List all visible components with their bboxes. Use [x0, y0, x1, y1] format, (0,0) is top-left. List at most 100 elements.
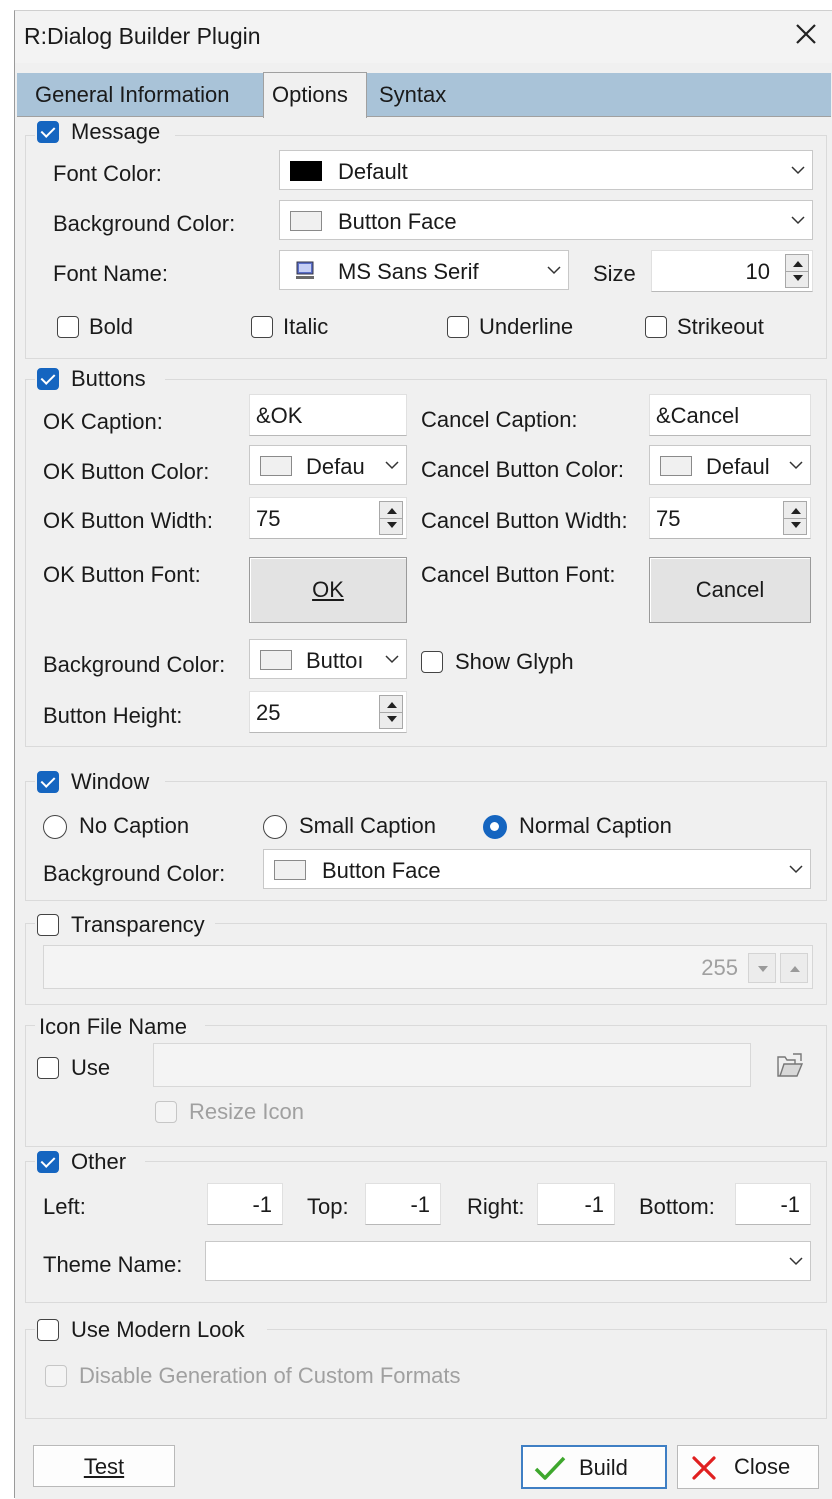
color-swatch	[260, 650, 292, 670]
italic-label: Italic	[283, 314, 329, 339]
disable-custom-formats-label: Disable Generation of Custom Formats	[79, 1363, 461, 1388]
message-legend: Message	[71, 119, 161, 144]
tab-strip: General Information Options Syntax	[17, 72, 831, 118]
tab-syntax[interactable]: Syntax	[379, 73, 446, 117]
underline-checkbox[interactable]	[447, 316, 469, 338]
window-legend: Window	[71, 769, 150, 794]
ok-font-button-label: OK	[312, 577, 344, 602]
cancel-color-select[interactable]: Defaul	[649, 445, 811, 485]
chevron-down-icon	[789, 865, 803, 874]
chevron-down-icon	[547, 266, 561, 275]
small-caption-radio[interactable]	[263, 815, 287, 839]
cancel-caption-input[interactable]: &Cancel	[649, 394, 811, 436]
use-modern-look-checkbox[interactable]	[37, 1319, 59, 1341]
normal-caption-label: Normal Caption	[519, 813, 672, 838]
checkmark-icon	[534, 1456, 566, 1480]
disable-custom-formats-checkbox[interactable]	[45, 1365, 67, 1387]
use-icon-checkbox[interactable]	[37, 1057, 59, 1079]
right-input[interactable]: -1	[537, 1183, 615, 1225]
top-input[interactable]: -1	[365, 1183, 441, 1225]
transparency-stepper[interactable]: 255	[43, 945, 813, 989]
window-checkbox[interactable]	[37, 771, 59, 793]
cancel-width-value: 75	[656, 506, 681, 531]
message-bg-color-value: Button Face	[338, 209, 457, 234]
cancel-color-label: Cancel Button Color:	[421, 457, 624, 482]
icon-legend: Icon File Name	[39, 1014, 187, 1039]
ok-font-label: OK Button Font:	[43, 562, 201, 587]
title-bar: R:Dialog Builder Plugin	[15, 11, 832, 63]
cancel-font-button-label: Cancel	[695, 577, 765, 602]
build-button[interactable]: Build	[521, 1445, 667, 1489]
close-icon[interactable]	[793, 21, 819, 47]
button-height-spin-buttons[interactable]	[379, 695, 403, 729]
normal-caption-radio[interactable]	[483, 815, 507, 839]
cancel-font-label: Cancel Button Font:	[421, 562, 616, 587]
transparency-value: 255	[701, 955, 738, 980]
cancel-width-label: Cancel Button Width:	[421, 508, 628, 533]
chevron-down-icon	[789, 1257, 803, 1266]
resize-icon-label: Resize Icon	[189, 1099, 304, 1124]
top-label: Top:	[307, 1194, 349, 1219]
ok-width-stepper[interactable]: 75	[249, 497, 407, 539]
font-color-select[interactable]: Default	[279, 150, 813, 190]
ok-color-select[interactable]: Defau	[249, 445, 407, 485]
small-caption-label: Small Caption	[299, 813, 436, 838]
bottom-input[interactable]: -1	[735, 1183, 811, 1225]
tab-general-information[interactable]: General Information	[35, 73, 229, 117]
other-checkbox[interactable]	[37, 1151, 59, 1173]
left-value: -1	[252, 1192, 272, 1217]
bold-checkbox[interactable]	[57, 316, 79, 338]
cancel-caption-value: &Cancel	[656, 403, 740, 428]
right-value: -1	[584, 1192, 604, 1217]
theme-name-label: Theme Name:	[43, 1252, 183, 1277]
ok-color-value: Defau	[306, 454, 365, 479]
window-title: R:Dialog Builder Plugin	[24, 23, 261, 49]
window-bg-color-value: Button Face	[322, 858, 441, 883]
use-icon-label: Use	[71, 1055, 111, 1080]
transparency-up-button[interactable]	[780, 953, 808, 983]
size-label: Size	[593, 261, 636, 286]
size-stepper[interactable]: 10	[651, 250, 813, 292]
transparency-down-button[interactable]	[748, 953, 776, 983]
ok-font-button[interactable]: OK	[249, 557, 407, 623]
theme-name-select[interactable]	[205, 1241, 811, 1281]
ok-caption-input[interactable]: &OK	[249, 394, 407, 436]
cancel-width-spin-buttons[interactable]	[783, 501, 807, 535]
tab-options[interactable]: Options	[263, 72, 367, 118]
chevron-down-icon	[385, 655, 399, 664]
test-button-label: Test	[83, 1454, 125, 1479]
color-swatch	[290, 161, 322, 181]
message-checkbox[interactable]	[37, 121, 59, 143]
resize-icon-checkbox[interactable]	[155, 1101, 177, 1123]
show-glyph-checkbox[interactable]	[421, 651, 443, 673]
left-input[interactable]: -1	[207, 1183, 283, 1225]
window-bg-color-label: Background Color:	[43, 861, 226, 886]
icon-path-input[interactable]	[153, 1043, 751, 1087]
message-bg-color-select[interactable]: Button Face	[279, 200, 813, 240]
italic-checkbox[interactable]	[251, 316, 273, 338]
ok-caption-label: OK Caption:	[43, 409, 163, 434]
cancel-color-value: Defaul	[706, 454, 770, 479]
color-swatch	[290, 211, 322, 231]
open-folder-icon[interactable]	[775, 1051, 805, 1081]
buttons-bg-color-value: Buttoı	[306, 648, 364, 673]
buttons-bg-color-select[interactable]: Buttoı	[249, 639, 407, 679]
font-name-select[interactable]: MS Sans Serif	[279, 250, 569, 290]
window-bg-color-select[interactable]: Button Face	[263, 849, 811, 889]
close-button[interactable]: Close	[677, 1445, 819, 1489]
strikeout-label: Strikeout	[677, 314, 764, 339]
message-bg-color-label: Background Color:	[53, 211, 236, 236]
button-height-stepper[interactable]: 25	[249, 691, 407, 733]
cancel-font-button[interactable]: Cancel	[649, 557, 811, 623]
size-spin-buttons[interactable]	[785, 254, 809, 288]
ok-width-spin-buttons[interactable]	[379, 501, 403, 535]
no-caption-label: No Caption	[79, 813, 190, 838]
no-caption-radio[interactable]	[43, 815, 67, 839]
strikeout-checkbox[interactable]	[645, 316, 667, 338]
test-button[interactable]: Test	[33, 1445, 175, 1487]
dialog-window: R:Dialog Builder Plugin General Informat…	[14, 10, 832, 1499]
cancel-width-stepper[interactable]: 75	[649, 497, 811, 539]
build-button-label: Build	[579, 1455, 628, 1480]
transparency-checkbox[interactable]	[37, 914, 59, 936]
buttons-checkbox[interactable]	[37, 368, 59, 390]
